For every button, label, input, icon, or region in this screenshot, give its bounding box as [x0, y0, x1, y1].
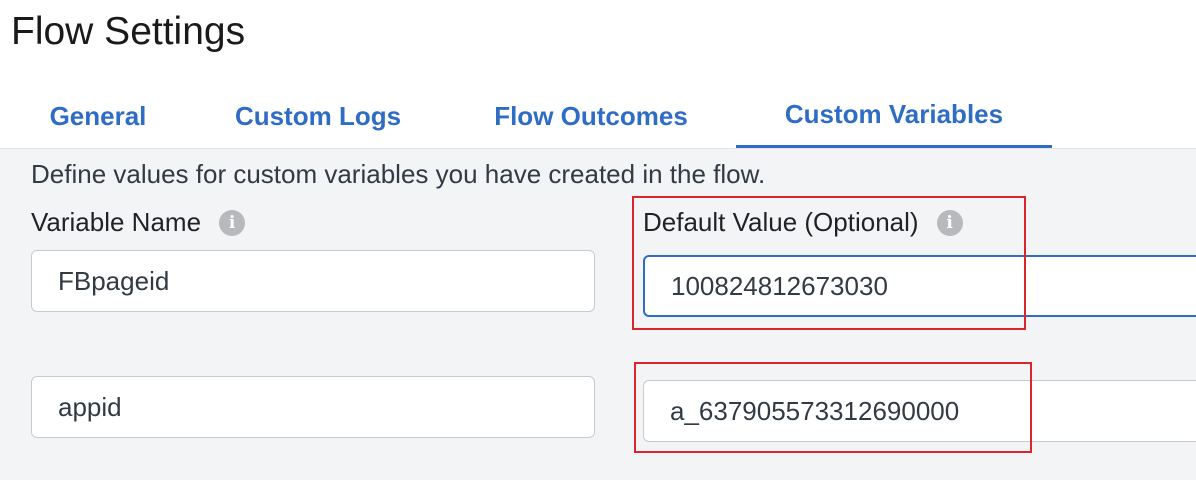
info-icon[interactable]: i [936, 209, 963, 236]
tab-bar: General Custom Logs Flow Outcomes Custom… [0, 84, 1196, 149]
tab-general[interactable]: General [28, 84, 168, 148]
default-value-label: Default Value (Optional) [643, 207, 919, 237]
page-title: Flow Settings [11, 10, 246, 53]
info-icon[interactable]: i [219, 209, 246, 236]
tab-flow-outcomes[interactable]: Flow Outcomes [466, 84, 716, 148]
variable-name-header: Variable Name i [31, 207, 246, 238]
default-value-input[interactable]: a_637905573312690000 [643, 380, 1196, 442]
default-value-input[interactable]: 100824812673030 [643, 255, 1196, 317]
variable-name-input[interactable]: FBpageid [31, 250, 595, 312]
variable-name-label: Variable Name [31, 207, 202, 237]
variable-name-input[interactable]: appid [31, 376, 595, 438]
tab-custom-logs[interactable]: Custom Logs [210, 84, 426, 148]
default-value-header: Default Value (Optional) i [643, 207, 963, 238]
custom-variables-panel: Define values for custom variables you h… [0, 149, 1196, 480]
tab-custom-variables[interactable]: Custom Variables [736, 84, 1052, 148]
panel-description: Define values for custom variables you h… [31, 159, 766, 189]
